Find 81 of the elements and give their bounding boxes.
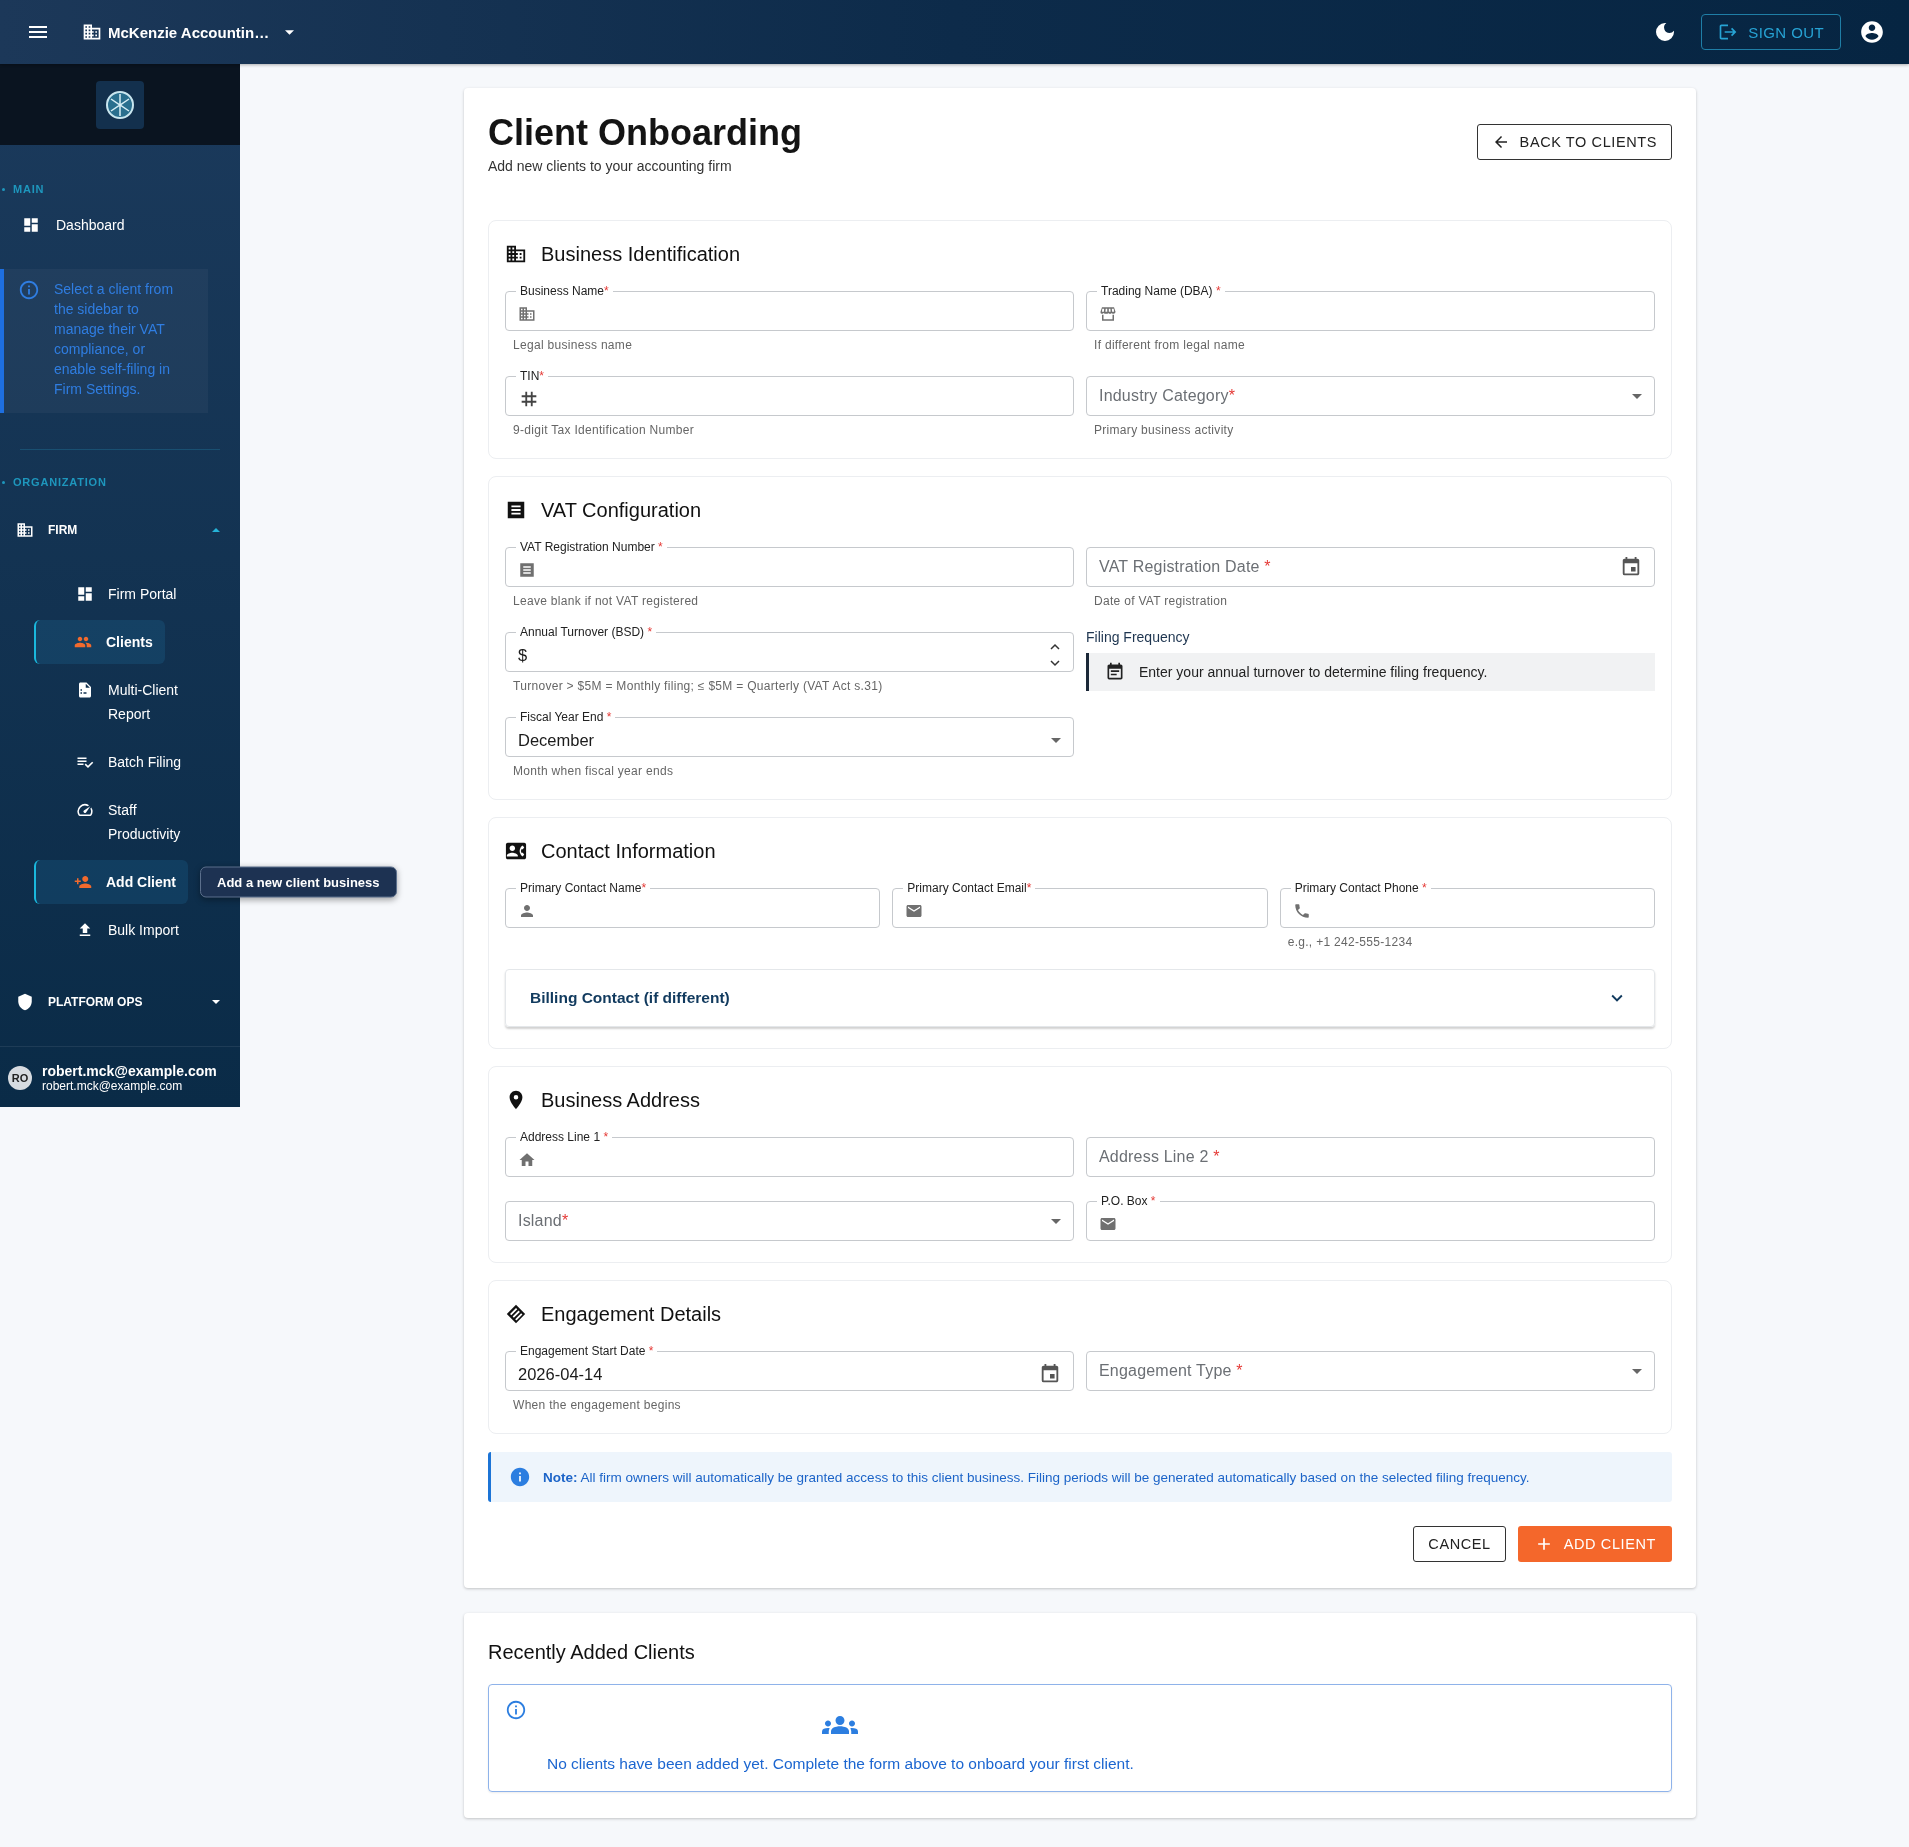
nav-item[interactable]: Multi-Client Report [0, 668, 220, 736]
field-label: Trading Name (DBA) * [1100, 284, 1222, 298]
currency-prefix: $ [518, 645, 528, 665]
field-label: TIN* [519, 369, 545, 383]
text-field[interactable]: TIN* [505, 369, 1074, 416]
field-label: Annual Turnover (BSD) * [519, 625, 654, 639]
nav-item[interactable]: Clients [34, 620, 165, 664]
helper-text: Legal business name [513, 338, 634, 352]
text-field[interactable]: VAT Registration Number * [505, 540, 1074, 587]
page-title: Client Onboarding [488, 112, 803, 154]
nav-group[interactable]: FIRM [0, 510, 240, 550]
banner-text: Enter your annual turnover to determine filing frequency. [1139, 664, 1488, 680]
user-email: robert.mck@example.com [42, 1079, 184, 1093]
text-field[interactable]: Primary Contact Email* [892, 881, 1268, 928]
field-label: Industry Category* [1099, 387, 1236, 405]
section-title: Business Address [541, 1088, 700, 1112]
text-field[interactable]: Primary Contact Name* [505, 881, 881, 928]
dropdown-field[interactable]: Fiscal Year End * December [505, 710, 1074, 757]
nav-item[interactable]: Batch Filing [0, 740, 194, 784]
text-field[interactable]: Primary Contact Phone * [1279, 881, 1655, 928]
section-heading: MAIN [13, 183, 45, 195]
section-title: Business Identification [541, 242, 740, 266]
section-title: Contact Information [541, 839, 716, 863]
field-label: P.O. Box * [1100, 1194, 1157, 1208]
helper-text: e.g., +1 242-555-1234 [1287, 935, 1414, 949]
section-title: VAT Configuration [541, 498, 702, 522]
helper-text: Primary business activity [1094, 423, 1235, 437]
field-value: 2026-04-14 [518, 1364, 603, 1384]
nav-item[interactable]: Bulk Import [0, 908, 191, 952]
field-label: Address Line 2 * [1099, 1148, 1220, 1166]
field-label: Address Line 1 * [519, 1130, 610, 1144]
helper-text: Turnover > $5M = Monthly filing; ≤ $5M = Quarterly (VAT Act s.31) [513, 679, 884, 693]
field-label: VAT Registration Date * [1099, 558, 1271, 576]
tooltip: Add a new client business [200, 866, 397, 898]
date-field[interactable]: VAT Registration Date * [1086, 547, 1655, 587]
text-field[interactable]: Trading Name (DBA) * [1086, 284, 1655, 331]
date-field[interactable]: Engagement Start Date * 2026-04-14 [505, 1344, 1074, 1391]
field-label: Engagement Type * [1099, 1362, 1243, 1380]
dropdown-field[interactable]: Island* [505, 1201, 1074, 1241]
back-button[interactable]: BACK TO CLIENTS [1476, 124, 1672, 160]
text-field[interactable]: P.O. Box * [1086, 1194, 1655, 1241]
helper-text: Date of VAT registration [1094, 594, 1229, 608]
field-label: Primary Contact Phone * [1293, 881, 1428, 895]
helper-text: When the engagement begins [513, 1398, 682, 1412]
field-label: Fiscal Year End * [519, 710, 613, 724]
sign-out-button[interactable]: SIGN OUT [1701, 14, 1841, 50]
note-text: Note: All firm owners will automatically be granted access to this client business. Filing periods will be generated automatically based on the selected filing frequency. [543, 1469, 1530, 1485]
text-field[interactable]: Business Name* [505, 284, 1074, 331]
user-name: robert.mck@example.com [42, 1063, 217, 1079]
field-label: Filing Frequency [1086, 629, 1191, 645]
field-label: Primary Contact Name* [519, 881, 648, 895]
helper-text: 9-digit Tax Identification Number [513, 423, 696, 437]
card-title: Recently Added Clients [488, 1641, 696, 1664]
user-avatar[interactable]: RO [8, 1066, 32, 1090]
field-label: VAT Registration Number * [519, 540, 664, 554]
section-heading: ORGANIZATION [13, 476, 107, 488]
helper-text: Month when fiscal year ends [513, 764, 675, 778]
nav-item[interactable]: Firm Portal [0, 572, 189, 616]
dropdown-field[interactable]: Industry Category* [1086, 376, 1655, 416]
cancel-button[interactable]: CANCEL [1413, 1526, 1506, 1562]
nav-group[interactable]: PLATFORM OPS [0, 982, 240, 1022]
field-label: Primary Contact Email* [906, 881, 1033, 895]
helper-text: Leave blank if not VAT registered [513, 594, 700, 608]
nav-item[interactable]: Staff Productivity [0, 788, 220, 856]
helper-text: If different from legal name [1094, 338, 1246, 352]
field-label: Business Name* [519, 284, 610, 298]
text-field[interactable]: Address Line 2 * [1086, 1137, 1655, 1177]
dropdown-field[interactable]: Engagement Type * [1086, 1351, 1655, 1391]
section-title: Engagement Details [541, 1302, 722, 1326]
text-field[interactable]: Address Line 1 * [505, 1130, 1074, 1177]
organization-name[interactable]: McKenzie Accountin… [108, 23, 270, 41]
number-field[interactable]: Annual Turnover (BSD) * $ [505, 625, 1074, 672]
field-value: December [518, 730, 595, 750]
nav-item[interactable]: Add Client [34, 860, 188, 904]
field-label: Island* [518, 1212, 569, 1230]
field-label: Engagement Start Date * [519, 1344, 655, 1358]
empty-message: No clients have been added yet. Complete the form above to onboard your first client. [547, 1755, 1134, 1773]
nav-item[interactable]: Dashboard [0, 205, 240, 245]
notice-text: Select a client from the sidebar to manage their VAT compliance, or enable self-filing in Firm Settings. [54, 280, 175, 399]
page-subtitle: Add new clients to your accounting firm [488, 158, 733, 174]
accordion-header[interactable]: Billing Contact (if different) [505, 969, 1655, 1027]
